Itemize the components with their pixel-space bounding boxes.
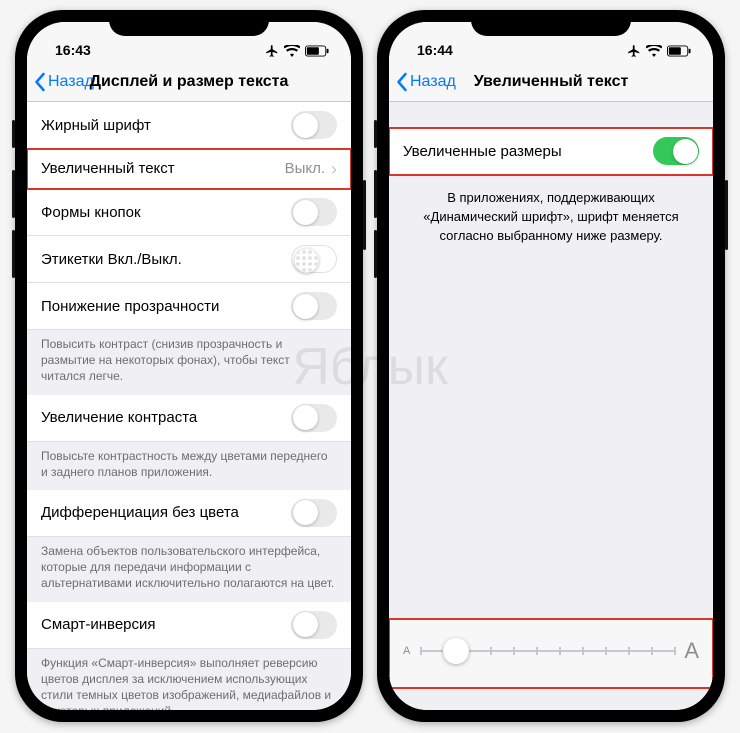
row-larger-sizes[interactable]: Увеличенные размеры — [389, 128, 713, 175]
phone-left: 16:43 Назад Дисплей и размер текста Жирн… — [15, 10, 363, 722]
slider-tick — [490, 647, 492, 655]
phone-right: 16:44 Назад Увеличенный текст Увеличенны… — [377, 10, 725, 722]
slider-max-label: A — [684, 638, 699, 664]
content: Увеличенные размеры В приложениях, подде… — [389, 102, 713, 710]
airplane-icon — [265, 44, 279, 58]
battery-icon — [305, 45, 329, 57]
row-diff-without-color[interactable]: Дифференциация без цвета — [27, 490, 351, 537]
footer-text: Повысьте контрастность между цветами пер… — [27, 442, 351, 490]
slider-tick — [605, 647, 607, 655]
footer-text: Повысить контраст (снизив прозрачность и… — [27, 330, 351, 395]
slider-tick — [559, 647, 561, 655]
status-icons — [627, 44, 691, 58]
switch-bold-text[interactable] — [291, 111, 337, 139]
wifi-icon — [284, 45, 300, 57]
slider-tick — [674, 647, 676, 655]
notch — [109, 10, 269, 36]
side-button — [12, 230, 15, 278]
side-button — [12, 120, 15, 148]
row-label: Смарт-инверсия — [41, 616, 156, 633]
back-label: Назад — [48, 73, 94, 91]
chevron-left-icon — [395, 72, 408, 92]
side-button — [374, 120, 377, 148]
row-label: Понижение прозрачности — [41, 298, 219, 315]
side-button — [374, 230, 377, 278]
switch-increase-contrast[interactable] — [291, 404, 337, 432]
slider-min-label: A — [403, 645, 410, 657]
nav-bar: Назад Увеличенный текст — [389, 62, 713, 102]
side-button — [12, 170, 15, 218]
back-label: Назад — [410, 73, 456, 91]
battery-icon — [667, 45, 691, 57]
row-onoff-labels[interactable]: Этикетки Вкл./Выкл. — [27, 236, 351, 283]
content[interactable]: Жирный шрифт Увеличенный текст Выкл. › Ф… — [27, 102, 351, 710]
spacer — [389, 102, 713, 128]
notch — [471, 10, 631, 36]
row-label: Жирный шрифт — [41, 117, 151, 134]
slider-tick — [651, 647, 653, 655]
screen: 16:43 Назад Дисплей и размер текста Жирн… — [27, 22, 351, 710]
switch-diff-without-color[interactable] — [291, 499, 337, 527]
nav-title: Дисплей и размер текста — [90, 73, 289, 91]
description-text: В приложениях, поддерживающих «Динамичес… — [389, 175, 713, 260]
chevron-left-icon — [33, 72, 46, 92]
status-time: 16:43 — [55, 42, 91, 58]
nav-bar: Назад Дисплей и размер текста — [27, 62, 351, 102]
row-label: Увеличенный текст — [41, 160, 175, 177]
slider-tick — [513, 647, 515, 655]
row-reduce-transparency[interactable]: Понижение прозрачности — [27, 283, 351, 330]
text-size-slider-area: A A — [389, 619, 713, 688]
footer-text: Замена объектов пользовательского интерф… — [27, 537, 351, 602]
switch-smart-invert[interactable] — [291, 611, 337, 639]
slider-tick — [420, 647, 422, 655]
row-label: Формы кнопок — [41, 204, 141, 221]
slider-track[interactable] — [420, 650, 674, 652]
row-larger-text[interactable]: Увеличенный текст Выкл. › — [27, 149, 351, 189]
side-button — [725, 180, 728, 250]
chevron-right-icon: › — [331, 160, 337, 178]
airplane-icon — [627, 44, 641, 58]
row-label: Этикетки Вкл./Выкл. — [41, 251, 182, 268]
row-label: Дифференциация без цвета — [41, 504, 239, 521]
footer-text: Функция «Смарт-инверсия» выполняет ревер… — [27, 649, 351, 711]
nav-title: Увеличенный текст — [474, 73, 629, 91]
switch-reduce-transparency[interactable] — [291, 292, 337, 320]
screen: 16:44 Назад Увеличенный текст Увеличенны… — [389, 22, 713, 710]
slider-tick — [628, 647, 630, 655]
text-size-slider[interactable]: A A — [403, 638, 699, 664]
status-icons — [265, 44, 329, 58]
wifi-icon — [646, 45, 662, 57]
row-label: Увеличенные размеры — [403, 143, 562, 160]
row-label: Увеличение контраста — [41, 409, 197, 426]
back-button[interactable]: Назад — [33, 72, 94, 92]
slider-tick — [582, 647, 584, 655]
slider-tick — [536, 647, 538, 655]
switch-onoff-labels[interactable] — [291, 245, 337, 273]
row-bold-text[interactable]: Жирный шрифт — [27, 102, 351, 149]
side-button — [374, 170, 377, 218]
slider-thumb[interactable] — [443, 638, 469, 664]
status-time: 16:44 — [417, 42, 453, 58]
side-button — [363, 180, 366, 250]
row-value: Выкл. — [285, 160, 325, 177]
row-button-shapes[interactable]: Формы кнопок — [27, 189, 351, 236]
switch-larger-sizes[interactable] — [653, 137, 699, 165]
back-button[interactable]: Назад — [395, 72, 456, 92]
switch-button-shapes[interactable] — [291, 198, 337, 226]
row-smart-invert[interactable]: Смарт-инверсия — [27, 602, 351, 649]
row-increase-contrast[interactable]: Увеличение контраста — [27, 395, 351, 442]
